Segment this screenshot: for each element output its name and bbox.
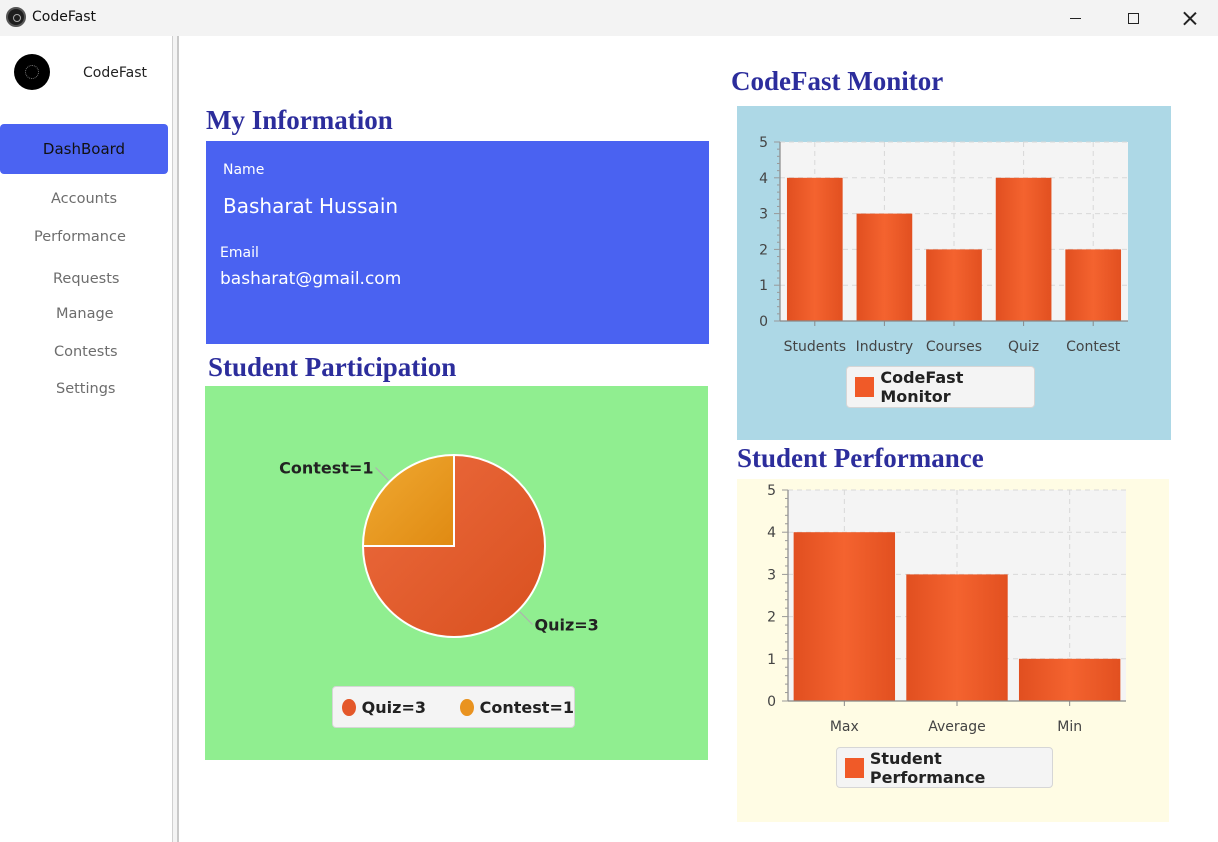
close-icon [1183,12,1196,25]
monitor-legend-swatch [855,377,875,397]
app-icon [6,7,26,27]
monitor-x-tick-label: Industry [856,339,914,355]
monitor-x-tick-label: Contest [1066,339,1121,355]
monitor-y-tick-label: 4 [759,171,768,187]
contest-pie-label: Contest=1 [279,459,373,478]
quiz-legend-dot [342,698,356,716]
monitor-legend-label: CodeFast Monitor [880,368,964,406]
student-performance-heading: Student Performance [737,443,984,473]
maximize-button[interactable] [1104,0,1162,36]
sidebar-item-settings[interactable]: Settings [56,381,115,397]
performance-y-tick-label: 5 [767,483,776,499]
codefast-monitor-heading: CodeFast Monitor [731,66,944,96]
performance-x-tick-label: Average [928,719,986,735]
performance-legend-swatch [845,757,864,778]
performance-y-tick-label: 2 [767,610,776,626]
performance-legend-label: Student Performance [869,748,986,787]
monitor-x-tick-label: Courses [926,339,982,355]
maximize-icon [1127,12,1139,24]
monitor-x-tick-label: Quiz [1008,339,1039,355]
my-information-heading: My Information [206,105,393,135]
codefast-monitor-panel: Students Industry Courses Quiz Contest 0 1 2 3 4 5… [737,106,1171,440]
sidebar-item-requests[interactable]: Requests [53,271,119,287]
monitor-bar [1065,249,1122,321]
sidebar-item-manage[interactable]: Manage [56,306,114,322]
monitor-bar [786,177,843,321]
performance-bar [906,574,1008,701]
quiz-pie-label: Quiz=3 [534,615,598,634]
performance-bar [793,532,896,701]
name-value: Basharat Hussain [223,194,399,218]
monitor-y-tick-label: 0 [759,314,768,330]
monitor-y-tick-label: 3 [759,207,768,223]
monitor-bar [926,249,982,321]
monitor-bar [995,177,1052,321]
monitor-legend: CodeFast Monitor [846,366,1035,408]
title-bar: CodeFast [0,0,1218,36]
student-participation-heading: Student Participation [208,352,457,382]
participation-legend: Quiz=3 Contest=1 [332,686,575,728]
contest-legend-dot [459,698,474,716]
student-participation-panel: Quiz=3 Contest=1 Quiz=3 Contest=1 [205,386,708,760]
name-label: Name [223,162,265,178]
performance-y-tick-label: 1 [767,652,776,668]
performance-x-tick-label: Min [1057,719,1082,735]
sidebar-brand: CodeFast [83,65,147,81]
monitor-y-tick-label: 1 [759,278,768,294]
sidebar-item-dashboard[interactable]: DashBoard [0,124,168,174]
app-window: CodeFast CodeFast DashBoard Accounts Per… [0,0,1218,842]
sidebar-splitter[interactable] [172,36,179,842]
quiz-label-line [519,611,533,625]
performance-bar [1018,658,1121,701]
email-value: basharat@gmail.com [220,269,402,289]
sidebar-item-performance[interactable]: Performance [34,229,126,245]
student-performance-panel: Max Average Min 0 1 2 3 4 5 Student Performance [737,479,1169,822]
monitor-x-tick-label: Students [784,339,846,355]
minimize-button[interactable] [1046,0,1104,36]
performance-legend: Student Performance [836,747,1053,788]
quiz-legend-label: Quiz=3 [361,697,426,717]
logo-icon [14,54,50,90]
monitor-bar [856,213,913,321]
window-title: CodeFast [32,9,96,25]
sidebar-item-contests[interactable]: Contests [54,344,118,360]
performance-y-tick-label: 0 [767,694,776,710]
minimize-icon [1069,17,1081,19]
performance-y-tick-label: 4 [767,525,776,541]
contest-legend-label: Contest=1 [479,697,574,717]
my-information-card: Name Basharat Hussain Email basharat@gma… [206,141,709,344]
email-label: Email [220,245,259,261]
performance-y-tick-label: 3 [767,567,776,583]
sidebar-item-accounts[interactable]: Accounts [51,191,117,207]
sidebar: CodeFast DashBoard Accounts Performance … [0,36,172,842]
contest-label-line [375,467,389,481]
close-button[interactable] [1160,0,1218,36]
performance-x-tick-label: Max [830,719,859,735]
monitor-y-tick-label: 5 [759,135,768,151]
monitor-y-tick-label: 2 [759,242,768,258]
